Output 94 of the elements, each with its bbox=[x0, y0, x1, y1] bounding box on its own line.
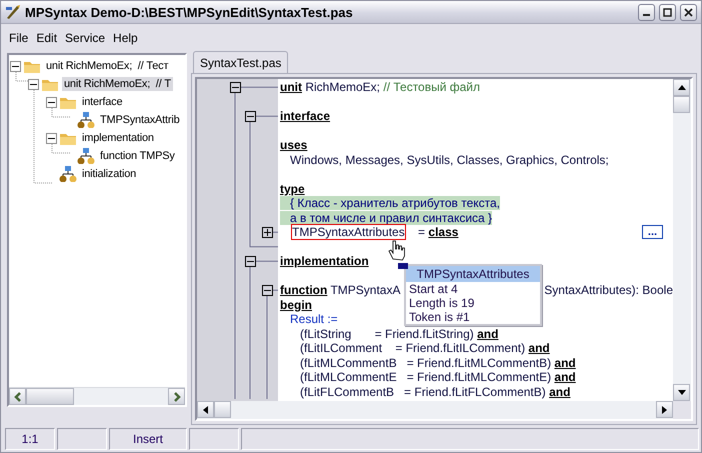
code-keyword: and bbox=[549, 384, 570, 399]
close-button[interactable] bbox=[680, 4, 697, 20]
maximize-button[interactable] bbox=[659, 4, 676, 20]
tree-expander[interactable] bbox=[10, 60, 21, 72]
tree-item[interactable]: function TMPSy bbox=[98, 149, 177, 163]
arrow-left-icon bbox=[200, 404, 210, 414]
code-text: RichMemoEx; bbox=[304, 80, 382, 94]
code-keyword: and bbox=[554, 370, 576, 384]
edit-mode: Insert bbox=[109, 428, 187, 450]
code-keyword: function bbox=[280, 283, 328, 298]
menu-item[interactable]: File bbox=[5, 31, 32, 45]
fold-toggle[interactable] bbox=[262, 285, 273, 296]
code-text: Windows, Messages, SysUtils, Classes, Graphics, Controls; bbox=[289, 152, 609, 167]
minimize-button[interactable] bbox=[638, 4, 655, 20]
code-keyword: unit bbox=[280, 80, 302, 94]
code-text: (fLitString = Friend.fLitString) bbox=[299, 326, 475, 341]
code-editor[interactable] bbox=[195, 77, 693, 421]
scroll-down-button[interactable] bbox=[673, 384, 690, 401]
scroll-thumb[interactable] bbox=[26, 388, 74, 405]
minus-icon bbox=[247, 258, 254, 265]
code-text: Result := bbox=[289, 312, 338, 326]
tree-item[interactable]: unit RichMemoEx; // Тест bbox=[44, 59, 170, 73]
hand-cursor-icon bbox=[387, 239, 405, 261]
hierarchy-icon bbox=[77, 112, 95, 128]
plus-icon bbox=[264, 229, 271, 236]
popup-line: Length is 19 bbox=[408, 296, 476, 310]
popup-line: Start at 4 bbox=[408, 282, 459, 296]
code-keyword: interface bbox=[280, 109, 330, 124]
code-text: (fLitMLCommentB = Friend.fLitMLCommentB) bbox=[299, 356, 552, 370]
window-title: MPSyntax Demo-D:\BEST\MPSynEdit\SyntaxTest.pas bbox=[25, 4, 354, 20]
minimize-icon bbox=[643, 14, 650, 16]
code-comment: а в том числе и правил синтаксиса } bbox=[280, 210, 492, 225]
tree-item[interactable]: unit RichMemoEx; // Т bbox=[62, 77, 173, 91]
code-text: SyntaxAttributes): Boole bbox=[544, 283, 673, 298]
minus-icon bbox=[232, 84, 239, 91]
tree-item[interactable]: implementation bbox=[80, 131, 156, 145]
fold-toggle[interactable] bbox=[245, 256, 256, 267]
fold-toggle[interactable] bbox=[262, 227, 273, 238]
minus-icon bbox=[264, 287, 271, 294]
code-keyword: uses bbox=[280, 138, 308, 152]
code-keyword: and bbox=[528, 341, 550, 356]
horizontal-scrollbar[interactable] bbox=[9, 387, 185, 405]
code-text: TMPSyntaxAttributes bbox=[292, 225, 405, 240]
arrow-down-icon bbox=[676, 388, 686, 398]
code-text: (fLitMLCommentE = Friend.fLitMLCommentE) bbox=[299, 370, 552, 384]
scroll-left-button[interactable] bbox=[197, 401, 214, 418]
minus-icon bbox=[247, 113, 254, 120]
cursor-position: 1:1 bbox=[5, 428, 55, 450]
scroll-thumb[interactable] bbox=[673, 96, 690, 113]
menu-item[interactable]: Edit bbox=[32, 31, 62, 45]
popup-marker bbox=[398, 263, 408, 269]
chevron-right-icon bbox=[172, 392, 180, 402]
arrow-up-icon bbox=[676, 82, 686, 92]
code-comment: // Тестовый файл bbox=[383, 80, 480, 94]
code-keyword: type bbox=[280, 182, 305, 196]
menu-item[interactable]: Service bbox=[61, 31, 110, 45]
popup-title: TMPSyntaxAttributes bbox=[406, 266, 540, 282]
pen-logo-icon bbox=[5, 4, 21, 20]
tree-expander[interactable] bbox=[28, 78, 39, 90]
chevron-left-icon bbox=[14, 392, 22, 402]
fold-toggle[interactable] bbox=[230, 82, 241, 93]
tree-item[interactable]: initialization bbox=[80, 167, 138, 181]
code-text: (fLitFLCommentB = Friend.fLitFLCommentB) bbox=[299, 384, 547, 399]
scroll-up-button[interactable] bbox=[673, 79, 690, 96]
code-keyword: and bbox=[554, 356, 576, 370]
scroll-right-button[interactable] bbox=[656, 401, 673, 418]
scrollbar-corner bbox=[673, 401, 691, 419]
hierarchy-icon bbox=[59, 166, 77, 182]
code-comment: { Класс - хранитель атрибутов текста, bbox=[280, 196, 500, 210]
code-keyword: and bbox=[477, 326, 498, 341]
more-button[interactable]: ... bbox=[642, 225, 663, 239]
code-keyword: implementation bbox=[280, 254, 369, 268]
tree-expander[interactable] bbox=[46, 132, 57, 144]
code-keyword: begin bbox=[280, 298, 312, 312]
code-text: (fLitILComment = Friend.fLitILComment) bbox=[299, 341, 526, 356]
code-text: = bbox=[417, 225, 426, 240]
horizontal-scrollbar[interactable] bbox=[197, 401, 673, 419]
hierarchy-icon bbox=[77, 148, 95, 164]
tree-item[interactable]: interface bbox=[80, 95, 124, 109]
fold-toggle[interactable] bbox=[245, 111, 256, 122]
tree-item[interactable]: TMPSyntaxAttrib bbox=[98, 113, 182, 127]
maximize-icon bbox=[663, 8, 672, 16]
popup-line: Token is #1 bbox=[408, 310, 471, 324]
menu-item[interactable]: Help bbox=[109, 31, 142, 45]
arrow-right-icon bbox=[660, 404, 670, 414]
file-tab[interactable]: SyntaxTest.pas bbox=[193, 51, 288, 73]
close-icon bbox=[684, 8, 693, 16]
status-panel bbox=[57, 428, 107, 450]
vertical-scrollbar[interactable] bbox=[673, 79, 691, 401]
code-text: TMPSyntaxA bbox=[329, 283, 400, 298]
tree-expander[interactable] bbox=[46, 96, 57, 108]
scroll-thumb[interactable] bbox=[214, 401, 231, 418]
status-panel bbox=[189, 428, 239, 450]
code-keyword: class bbox=[428, 225, 458, 240]
